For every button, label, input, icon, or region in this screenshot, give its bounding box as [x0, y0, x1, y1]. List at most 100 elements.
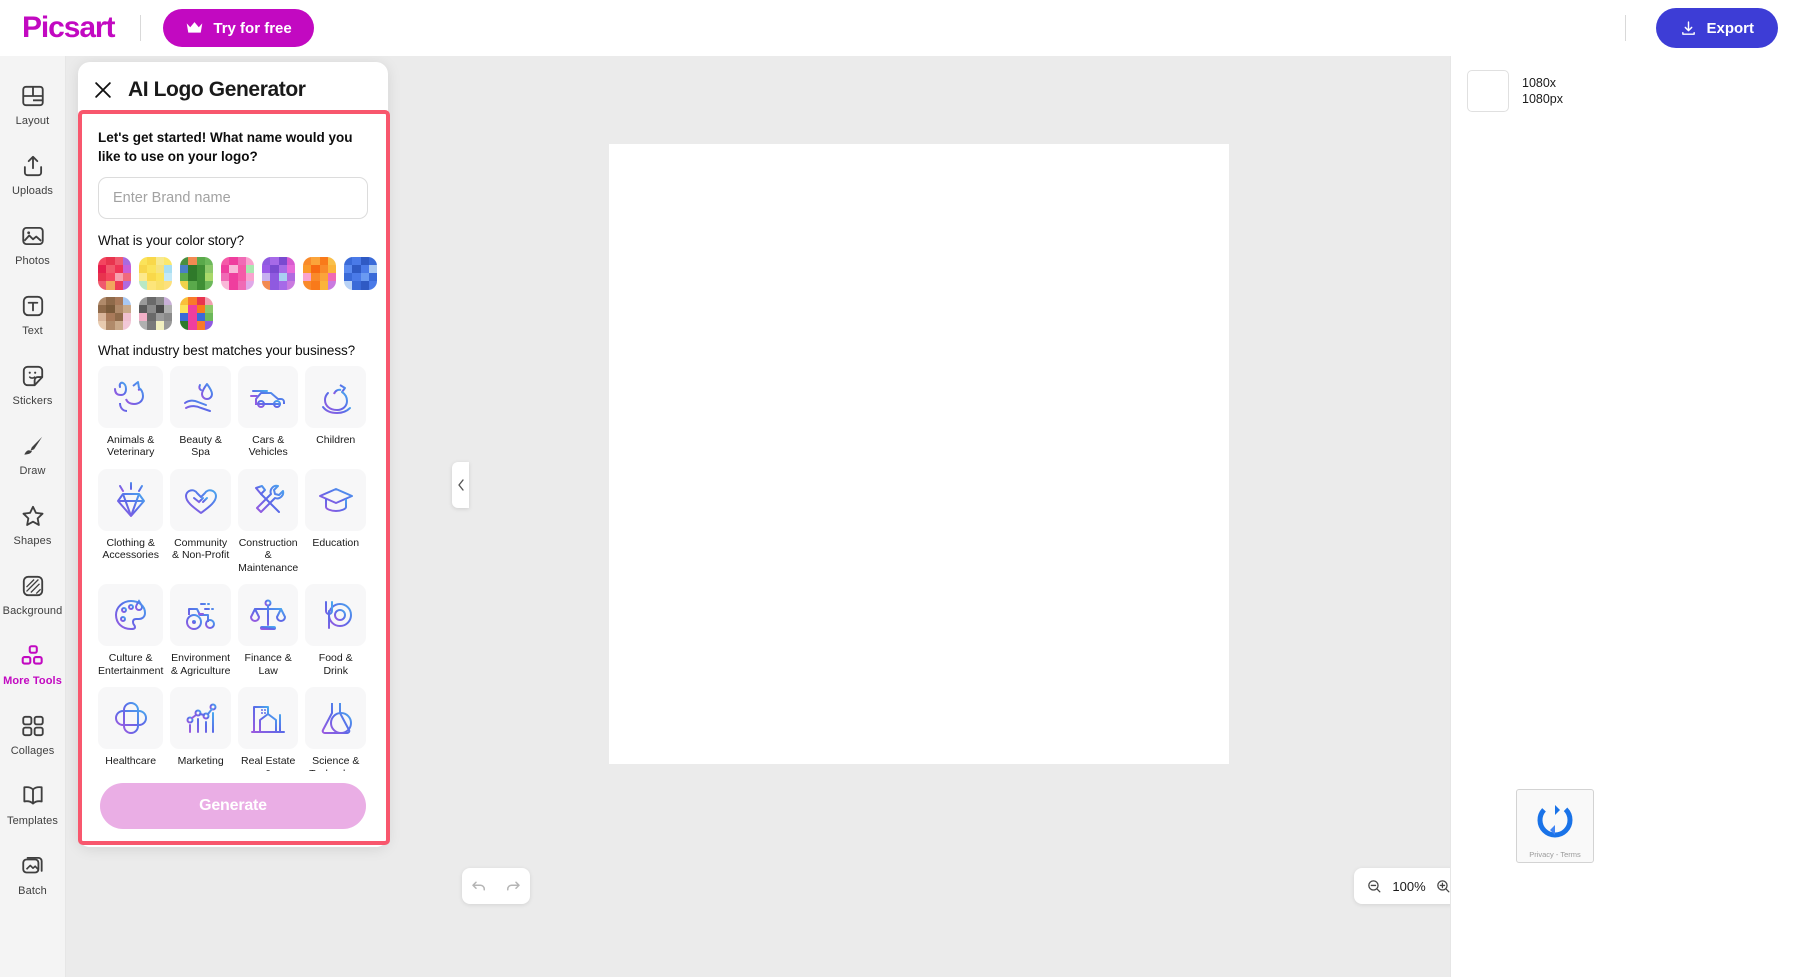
- industry-icon-tile: [170, 365, 231, 428]
- swatch-cell: [180, 313, 189, 322]
- industry-option[interactable]: Animals & Veterinary: [98, 365, 164, 465]
- swatch-cell: [180, 264, 189, 274]
- industry-option[interactable]: Real Estate & Architecture: [237, 687, 299, 771]
- industry-option[interactable]: Clothing & Accessories: [98, 468, 164, 580]
- layers-panel: 1080x 1080px: [1450, 56, 1800, 977]
- canvas-artboard[interactable]: [609, 144, 1229, 764]
- try-for-free-button[interactable]: Try for free: [163, 9, 314, 47]
- swatch-cell: [155, 304, 164, 314]
- swatch-cell: [319, 264, 328, 274]
- swatch-cell: [352, 264, 361, 274]
- swatch-cell: [196, 313, 205, 322]
- color-story-swatch[interactable]: [98, 296, 131, 330]
- sidebar-item-photos[interactable]: Photos: [0, 210, 66, 280]
- panel-collapse-left-button[interactable]: [452, 462, 469, 508]
- close-icon[interactable]: [92, 79, 114, 101]
- swatch-cell: [278, 256, 287, 265]
- swatch-cell: [286, 273, 295, 282]
- industry-option[interactable]: Children: [305, 365, 366, 465]
- picsart-logo[interactable]: Picsart: [22, 13, 115, 43]
- sidebar-item-uploads[interactable]: Uploads: [0, 140, 66, 210]
- swatch-cell: [163, 281, 172, 290]
- swatch-cell: [147, 256, 156, 265]
- sidebar-item-background[interactable]: Background: [0, 560, 66, 630]
- color-story-swatch[interactable]: [303, 256, 336, 290]
- export-button[interactable]: Export: [1656, 8, 1778, 48]
- swatch-cell: [221, 256, 230, 265]
- industry-option[interactable]: Science & Technology: [305, 687, 366, 771]
- swatch-cell: [163, 264, 172, 274]
- industry-option[interactable]: Food & Drink: [305, 584, 366, 683]
- sidebar-item-more-tools[interactable]: More Tools: [0, 630, 66, 700]
- more-tools-icon: [21, 645, 43, 665]
- color-story-swatch[interactable]: [262, 256, 295, 290]
- color-story-swatch[interactable]: [98, 256, 131, 290]
- sidebar-label: Templates: [6, 815, 59, 827]
- recaptcha-badge[interactable]: Privacy - Terms: [1516, 789, 1594, 863]
- swatch-cell: [180, 321, 189, 330]
- swatch-cell: [180, 304, 189, 314]
- swatch-cell: [188, 296, 197, 305]
- industry-option[interactable]: Cars & Vehicles: [237, 365, 299, 465]
- swatch-cell: [147, 281, 156, 290]
- swatch-cell: [262, 256, 271, 265]
- industry-scroll-area[interactable]: Animals & Veterinary Beauty & Spa Cars & V…: [98, 365, 372, 771]
- layer-size: 1080x 1080px: [1522, 75, 1563, 107]
- industry-option[interactable]: Finance & Law: [237, 584, 299, 683]
- color-story-swatch[interactable]: [221, 256, 254, 290]
- panel-body: Let's get started! What name would you l…: [78, 118, 388, 771]
- industry-option[interactable]: Construction & Maintenance: [237, 468, 299, 580]
- sidebar-item-draw[interactable]: Draw: [0, 420, 66, 490]
- swatch-cell: [303, 281, 312, 290]
- swatch-cell: [286, 264, 295, 274]
- swatch-cell: [262, 264, 271, 274]
- color-story-swatch[interactable]: [180, 256, 213, 290]
- layer-item[interactable]: 1080x 1080px: [1467, 70, 1784, 112]
- swatch-cell: [163, 296, 172, 305]
- industry-option[interactable]: Healthcare: [98, 687, 164, 771]
- swatch-cell: [286, 281, 295, 290]
- brand-name-input[interactable]: [98, 177, 368, 219]
- swatch-cell: [114, 273, 123, 282]
- industry-option[interactable]: Environment & Agriculture: [170, 584, 231, 683]
- color-story-swatch[interactable]: [344, 256, 377, 290]
- swatch-cell: [270, 264, 279, 274]
- redo-icon[interactable]: [504, 877, 522, 895]
- swatch-cell: [122, 313, 131, 322]
- swatch-cell: [204, 313, 213, 322]
- sidebar-item-stickers[interactable]: Stickers: [0, 350, 66, 420]
- undo-icon[interactable]: [470, 877, 488, 895]
- swatch-cell: [139, 264, 148, 274]
- industry-option[interactable]: Community & Non-Profit: [170, 468, 231, 580]
- sidebar-item-shapes[interactable]: Shapes: [0, 490, 66, 560]
- sidebar-item-layout[interactable]: Layout: [0, 70, 66, 140]
- zoom-controls: 100%: [1354, 868, 1464, 904]
- industry-label: Education: [312, 536, 360, 549]
- color-story-swatch[interactable]: [139, 256, 172, 290]
- sidebar-item-text[interactable]: Text: [0, 280, 66, 350]
- sidebar-item-templates[interactable]: Templates: [0, 770, 66, 840]
- try-for-free-label: Try for free: [213, 19, 292, 37]
- industry-option[interactable]: Education: [305, 468, 366, 580]
- color-story-swatch[interactable]: [139, 296, 172, 330]
- swatch-cell: [311, 281, 320, 290]
- swatch-cell: [245, 281, 254, 290]
- swatch-cell: [122, 304, 131, 314]
- zoom-out-icon[interactable]: [1366, 878, 1383, 895]
- crown-icon: [187, 22, 203, 33]
- swatch-cell: [196, 264, 205, 274]
- color-story-swatch[interactable]: [180, 296, 213, 330]
- industry-option[interactable]: Beauty & Spa: [170, 365, 231, 465]
- sidebar-label: Collages: [10, 745, 55, 757]
- photos-icon: [21, 226, 44, 246]
- industry-option[interactable]: Marketing: [170, 687, 231, 771]
- sidebar-item-batch[interactable]: Batch: [0, 840, 66, 910]
- generate-button[interactable]: Generate: [100, 783, 366, 829]
- panel-header: AI Logo Generator: [78, 62, 388, 118]
- industry-option[interactable]: Culture & Entertainment: [98, 584, 164, 683]
- swatch-cell: [98, 304, 107, 314]
- sidebar-item-collages[interactable]: Collages: [0, 700, 66, 770]
- export-label: Export: [1706, 19, 1754, 37]
- swatch-cell: [221, 264, 230, 274]
- layer-size-line2: 1080px: [1522, 92, 1564, 106]
